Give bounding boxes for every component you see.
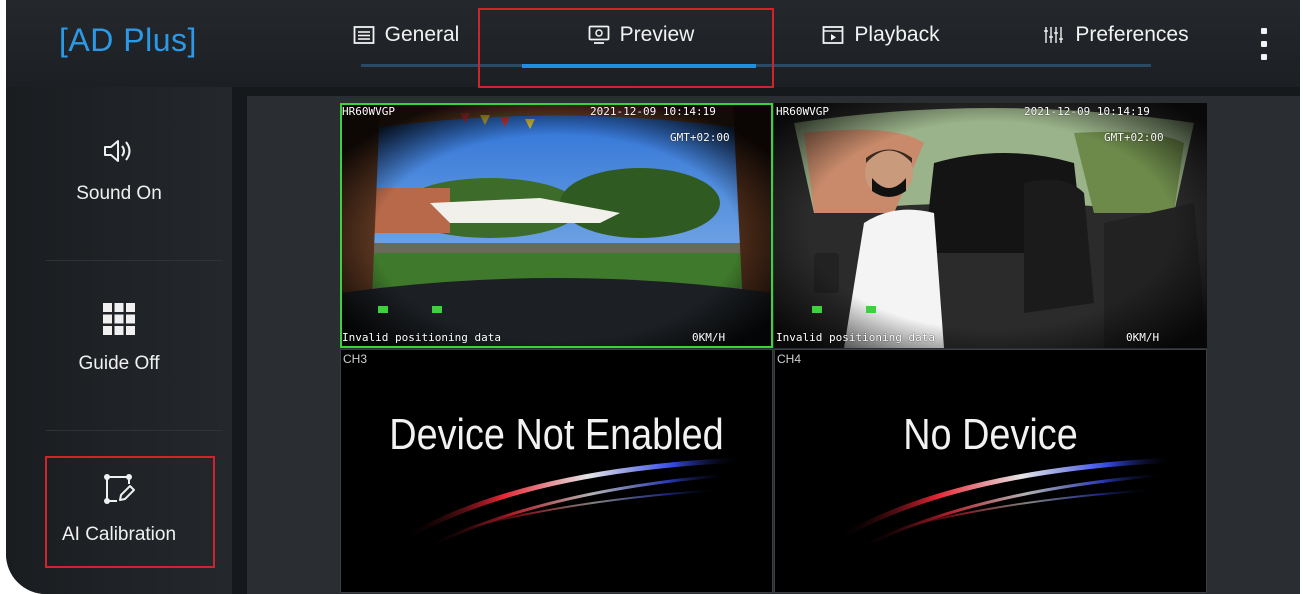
tab-bar: General Preview Playback Preferences — [236, 0, 1236, 87]
channel-4-status-message: No Device — [903, 410, 1078, 459]
channel-2-speed: 0KM/H — [1126, 331, 1160, 344]
brand-bracket-open: [ — [59, 22, 69, 58]
list-icon — [353, 25, 375, 45]
playback-icon — [822, 25, 844, 45]
ai-calibration-button[interactable]: AI Calibration — [6, 472, 232, 546]
more-menu-icon[interactable] — [1260, 28, 1268, 60]
channel-1-speed: 0KM/H — [692, 331, 726, 344]
sidebar-divider — [46, 260, 222, 261]
channel-2-plate: HR60WVGP — [776, 105, 829, 118]
channel-3-label: CH3 — [343, 352, 368, 366]
channel-1-timezone: GMT+02:00 — [670, 131, 730, 144]
guide-toggle-label: Guide Off — [78, 353, 160, 374]
speaker-icon — [102, 137, 136, 171]
sidebar-divider — [46, 430, 222, 431]
sound-toggle-button[interactable]: Sound On — [6, 137, 232, 205]
tab-general[interactable]: General — [336, 0, 476, 70]
tab-general-label: General — [384, 23, 460, 46]
channel-2-timezone: GMT+02:00 — [1104, 131, 1164, 144]
channel-3-status-message: Device Not Enabled — [389, 410, 724, 459]
sliders-icon — [1043, 25, 1065, 45]
channel-1-datetime: 2021-12-09 10:14:19 — [590, 105, 716, 118]
sidebar: Sound On Guide Off AI Calibration — [6, 87, 232, 594]
channel-2-view[interactable]: HR60WVGP 2021-12-09 10:14:19 GMT+02:00 I… — [774, 103, 1207, 348]
channel-1-view[interactable]: HR60WVGP 2021-12-09 10:14:19 GMT+02:00 I… — [340, 103, 773, 348]
brand-name: AD Plus — [68, 22, 188, 58]
tab-preferences-label: Preferences — [1075, 23, 1189, 46]
channel-2-datetime: 2021-12-09 10:14:19 — [1024, 105, 1150, 118]
light-streak-graphic — [833, 457, 1176, 552]
channel-2-gps-status: Invalid positioning data — [776, 331, 935, 344]
channel-1-plate: HR60WVGP — [342, 105, 395, 118]
calibration-edit-icon — [102, 472, 136, 512]
top-bar: [AD Plus] General Preview Playback Prefe… — [6, 0, 1300, 87]
sound-toggle-label: Sound On — [76, 183, 162, 204]
grid-icon — [103, 303, 135, 341]
channel-3-view[interactable]: CH3 Device Not Enabled — [340, 349, 773, 593]
tab-preview-label: Preview — [619, 23, 695, 46]
tab-playback-label: Playback — [854, 23, 940, 46]
channel-1-gps-status: Invalid positioning data — [342, 331, 501, 344]
tab-preferences[interactable]: Preferences — [1026, 0, 1206, 70]
ai-calibration-label: AI Calibration — [61, 524, 177, 545]
monitor-icon — [588, 25, 610, 45]
brand-bracket-close: ] — [187, 22, 197, 58]
app-logo: [AD Plus] — [59, 22, 197, 59]
channel-4-view[interactable]: CH4 No Device — [774, 349, 1207, 593]
channel-4-label: CH4 — [777, 352, 802, 366]
light-streak-graphic — [399, 457, 742, 552]
guide-toggle-button[interactable]: Guide Off — [6, 303, 232, 375]
tab-preview[interactable]: Preview — [566, 0, 716, 70]
video-grid: HR60WVGP 2021-12-09 10:14:19 GMT+02:00 I… — [340, 103, 1208, 593]
tab-playback[interactable]: Playback — [806, 0, 956, 70]
